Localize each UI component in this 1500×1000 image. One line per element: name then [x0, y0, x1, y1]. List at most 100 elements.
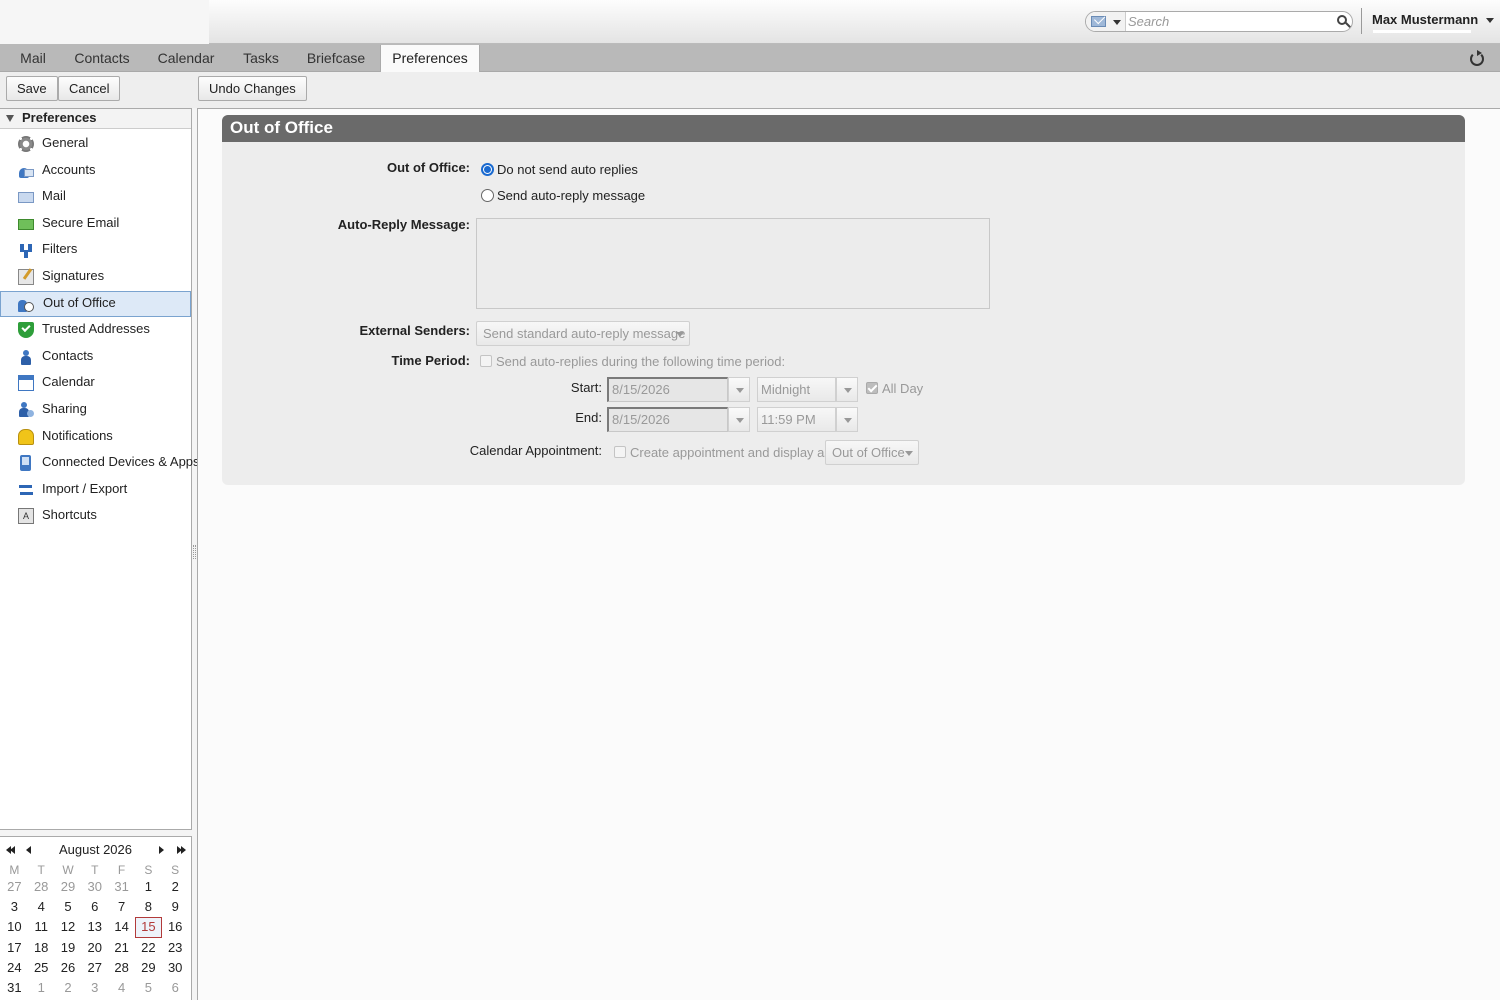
- undo-changes-button[interactable]: Undo Changes: [198, 76, 307, 101]
- start-date-input[interactable]: 8/15/2026: [607, 377, 728, 402]
- calendar-day[interactable]: 3: [81, 978, 108, 998]
- calendar-day[interactable]: 14: [108, 917, 135, 937]
- calendar-day[interactable]: 18: [28, 938, 55, 958]
- search-button[interactable]: [1334, 13, 1352, 30]
- sidebar-item-out-of-office[interactable]: Out of Office: [0, 290, 191, 318]
- calendar-day[interactable]: 17: [1, 938, 28, 958]
- weekday-label: S: [171, 863, 180, 877]
- next-month-button[interactable]: [159, 846, 171, 855]
- end-time-dropdown-button[interactable]: [836, 407, 858, 432]
- show-as-dropdown[interactable]: Out of Office: [825, 440, 919, 465]
- calendar-appointment-checkbox-row[interactable]: Create appointment and display as:: [614, 443, 835, 461]
- calendar-day[interactable]: 27: [1, 877, 28, 897]
- prev-month-button[interactable]: [26, 846, 38, 855]
- external-senders-dropdown[interactable]: Send standard auto-reply message: [476, 321, 690, 346]
- tab-contacts[interactable]: Contacts: [62, 45, 142, 72]
- calendar-day[interactable]: 29: [55, 877, 82, 897]
- mini-calendar-month[interactable]: August 2026: [59, 842, 132, 857]
- calendar-day[interactable]: 12: [55, 917, 82, 937]
- calendar-day[interactable]: 31: [108, 877, 135, 897]
- start-time-input[interactable]: Midnight: [757, 377, 836, 402]
- sidebar-item-accounts[interactable]: Accounts: [0, 158, 191, 185]
- calendar-day[interactable]: 23: [162, 938, 189, 958]
- calendar-day[interactable]: 11: [28, 917, 55, 937]
- no-auto-reply-option[interactable]: Do not send auto replies: [481, 160, 638, 178]
- time-period-checkbox[interactable]: [480, 355, 492, 367]
- tab-briefcase[interactable]: Briefcase: [294, 45, 378, 72]
- tab-tasks[interactable]: Tasks: [230, 45, 292, 72]
- start-time-dropdown-button[interactable]: [836, 377, 858, 402]
- calendar-day[interactable]: 4: [28, 897, 55, 917]
- calendar-appointment-checkbox[interactable]: [614, 446, 626, 458]
- calendar-day[interactable]: 7: [108, 897, 135, 917]
- calendar-day[interactable]: 27: [81, 958, 108, 978]
- calendar-day[interactable]: 3: [1, 897, 28, 917]
- calendar-day[interactable]: 13: [81, 917, 108, 937]
- next-year-button[interactable]: [177, 846, 189, 855]
- calendar-day[interactable]: 5: [55, 897, 82, 917]
- user-menu[interactable]: Max Mustermann: [1372, 12, 1495, 32]
- calendar-day[interactable]: 6: [162, 978, 189, 998]
- calendar-day[interactable]: 20: [81, 938, 108, 958]
- tab-calendar[interactable]: Calendar: [145, 45, 227, 72]
- radio-button[interactable]: [481, 188, 494, 202]
- sidebar-item-sharing[interactable]: Sharing: [0, 397, 191, 424]
- radio-button[interactable]: [481, 162, 494, 176]
- search-type-selector[interactable]: [1086, 12, 1126, 31]
- calendar-day[interactable]: 19: [55, 938, 82, 958]
- time-period-checkbox-row[interactable]: Send auto-replies during the following t…: [480, 352, 785, 370]
- calendar-day[interactable]: 5: [135, 978, 162, 998]
- calendar-day[interactable]: 24: [1, 958, 28, 978]
- sidebar-item-signatures[interactable]: Signatures: [0, 264, 191, 291]
- sidebar-item-shortcuts[interactable]: A Shortcuts: [0, 503, 191, 530]
- calendar-day[interactable]: 26: [55, 958, 82, 978]
- send-auto-reply-option[interactable]: Send auto-reply message: [481, 186, 645, 204]
- calendar-day[interactable]: 16: [162, 917, 189, 937]
- calendar-day[interactable]: 28: [108, 958, 135, 978]
- tab-mail[interactable]: Mail: [7, 45, 59, 72]
- calendar-day[interactable]: 2: [55, 978, 82, 998]
- sidebar-item-import-export[interactable]: Import / Export: [0, 477, 191, 504]
- all-day-checkbox-row[interactable]: All Day: [866, 379, 923, 397]
- calendar-day[interactable]: 28: [28, 877, 55, 897]
- calendar-day[interactable]: 21: [108, 938, 135, 958]
- end-date-picker-button[interactable]: [728, 407, 750, 432]
- calendar-day[interactable]: 30: [81, 877, 108, 897]
- sidebar-item-general[interactable]: General: [0, 131, 191, 158]
- calendar-day[interactable]: 10: [1, 917, 28, 937]
- start-date-picker-button[interactable]: [728, 377, 750, 402]
- end-date-input[interactable]: 8/15/2026: [607, 407, 728, 432]
- sidebar-item-calendar[interactable]: Calendar: [0, 370, 191, 397]
- tab-preferences[interactable]: Preferences: [380, 45, 480, 72]
- calendar-day[interactable]: 6: [81, 897, 108, 917]
- calendar-day[interactable]: 22: [135, 938, 162, 958]
- calendar-day[interactable]: 1: [28, 978, 55, 998]
- sidebar-item-label: Sharing: [42, 400, 87, 416]
- sidebar-item-secure-email[interactable]: Secure Email: [0, 211, 191, 238]
- calendar-day[interactable]: 29: [135, 958, 162, 978]
- save-button[interactable]: Save: [6, 76, 58, 101]
- sidebar-item-notifications[interactable]: Notifications: [0, 424, 191, 451]
- sidebar-item-connected-devices[interactable]: Connected Devices & Apps: [0, 450, 200, 477]
- refresh-button[interactable]: [1468, 50, 1486, 68]
- calendar-day[interactable]: 25: [28, 958, 55, 978]
- auto-reply-message-field[interactable]: [476, 218, 990, 309]
- search-input[interactable]: [1128, 14, 1328, 29]
- all-day-checkbox[interactable]: [866, 382, 878, 394]
- end-time-input[interactable]: 11:59 PM: [757, 407, 836, 432]
- calendar-day[interactable]: 9: [162, 897, 189, 917]
- sidebar-item-filters[interactable]: Filters: [0, 237, 191, 264]
- calendar-day[interactable]: 2: [162, 877, 189, 897]
- calendar-day[interactable]: 1: [135, 877, 162, 897]
- calendar-day-today[interactable]: 15: [134, 917, 162, 938]
- overview-header[interactable]: Preferences: [0, 109, 191, 129]
- calendar-day[interactable]: 4: [108, 978, 135, 998]
- cancel-button[interactable]: Cancel: [58, 76, 121, 101]
- sidebar-item-trusted-addresses[interactable]: Trusted Addresses: [0, 317, 191, 344]
- calendar-day[interactable]: 8: [135, 897, 162, 917]
- calendar-day[interactable]: 30: [162, 958, 189, 978]
- sidebar-item-contacts[interactable]: Contacts: [0, 344, 191, 371]
- prev-year-button[interactable]: [6, 846, 18, 855]
- calendar-day[interactable]: 31: [1, 978, 28, 998]
- sidebar-item-mail[interactable]: Mail: [0, 184, 191, 211]
